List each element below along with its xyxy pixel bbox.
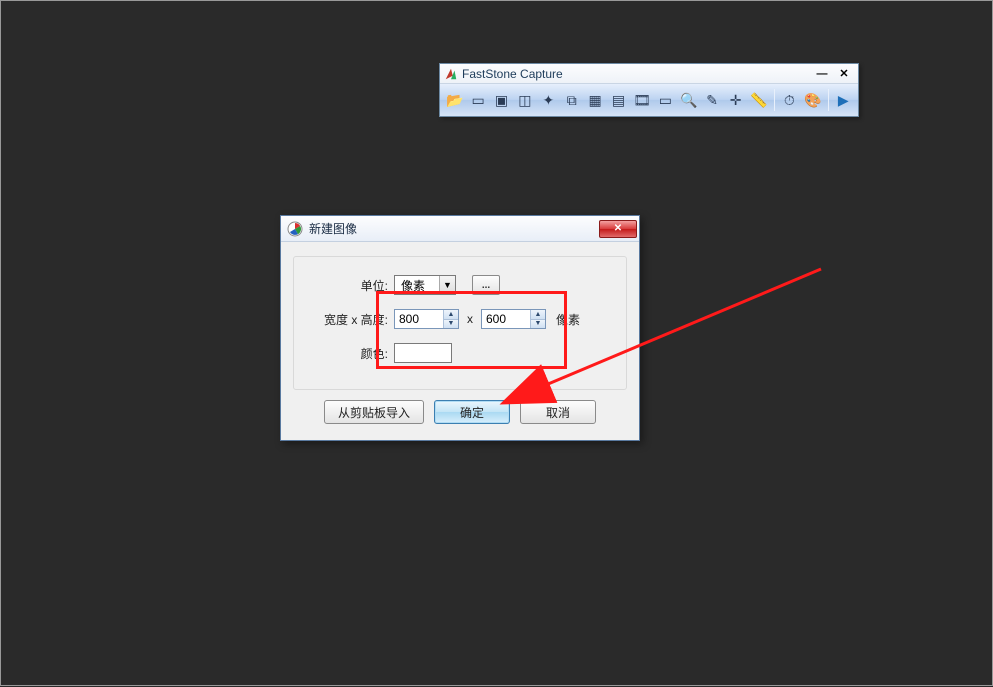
- new-image-dialog: 新建图像 ✕ 单位: 像素 ▼ ... 宽度 x 高度: ▲ ▼: [280, 215, 640, 441]
- height-input[interactable]: [482, 310, 530, 328]
- capture-video-icon[interactable]: 🎞: [631, 88, 652, 112]
- ok-button[interactable]: 确定: [434, 400, 510, 424]
- dialog-title: 新建图像: [309, 220, 599, 237]
- capture-region-icon[interactable]: ▣: [491, 88, 512, 112]
- capture-scroll-icon[interactable]: ▦: [584, 88, 605, 112]
- dialog-panel: 单位: 像素 ▼ ... 宽度 x 高度: ▲ ▼ x: [293, 256, 627, 390]
- size-label: 宽度 x 高度:: [308, 311, 394, 328]
- capture-shape-icon[interactable]: ✦: [538, 88, 559, 112]
- toolbar-title-text: FastStone Capture: [462, 67, 812, 81]
- capture-window-icon[interactable]: ▭: [467, 88, 488, 112]
- unit-select[interactable]: 像素 ▼: [394, 275, 456, 295]
- unit-label: 单位:: [308, 277, 394, 294]
- palette-icon[interactable]: 🎨: [802, 88, 823, 112]
- toolbar-titlebar[interactable]: FastStone Capture — ✕: [440, 64, 858, 84]
- color-label: 颜色:: [308, 345, 394, 362]
- height-up-icon[interactable]: ▲: [531, 310, 545, 320]
- capture-rect-icon[interactable]: ▭: [655, 88, 676, 112]
- width-up-icon[interactable]: ▲: [444, 310, 458, 320]
- open-icon[interactable]: 📂: [444, 88, 465, 112]
- width-down-icon[interactable]: ▼: [444, 320, 458, 329]
- paste-from-clipboard-button[interactable]: 从剪贴板导入: [324, 400, 424, 424]
- capture-fixed-icon[interactable]: ▤: [608, 88, 629, 112]
- minimize-button[interactable]: —: [812, 67, 832, 81]
- height-stepper[interactable]: ▲ ▼: [481, 309, 546, 329]
- dialog-icon: [287, 221, 303, 237]
- cancel-button[interactable]: 取消: [520, 400, 596, 424]
- dialog-close-button[interactable]: ✕: [599, 220, 637, 238]
- x-separator: x: [467, 312, 473, 326]
- faststone-logo-icon: [444, 67, 458, 81]
- dialog-titlebar[interactable]: 新建图像 ✕: [281, 216, 639, 242]
- timer-icon[interactable]: ⏱: [779, 88, 800, 112]
- capture-fullscreen-icon[interactable]: ⧉: [561, 88, 582, 112]
- picker-icon[interactable]: ✎: [701, 88, 722, 112]
- width-stepper[interactable]: ▲ ▼: [394, 309, 459, 329]
- magnifier-icon[interactable]: 🔍: [678, 88, 699, 112]
- chevron-down-icon: ▼: [439, 276, 455, 294]
- more-button[interactable]: ...: [472, 275, 500, 295]
- crosshair-icon[interactable]: ✛: [725, 88, 746, 112]
- width-input[interactable]: [395, 310, 443, 328]
- menu-icon[interactable]: ▶: [833, 88, 854, 112]
- close-button[interactable]: ✕: [834, 67, 854, 81]
- height-down-icon[interactable]: ▼: [531, 320, 545, 329]
- toolbar-body: 📂 ▭ ▣ ◫ ✦ ⧉ ▦ ▤ 🎞 ▭ 🔍 ✎ ✛ 📏 ⏱ 🎨 ▶: [440, 84, 858, 116]
- unit-selected-value: 像素: [395, 277, 439, 294]
- color-swatch[interactable]: [394, 343, 452, 363]
- unit-suffix: 像素: [556, 311, 580, 328]
- capture-freehand-icon[interactable]: ◫: [514, 88, 535, 112]
- faststone-toolbar-window: FastStone Capture — ✕ 📂 ▭ ▣ ◫ ✦ ⧉ ▦ ▤ 🎞 …: [439, 63, 859, 117]
- ruler-icon[interactable]: 📏: [748, 88, 769, 112]
